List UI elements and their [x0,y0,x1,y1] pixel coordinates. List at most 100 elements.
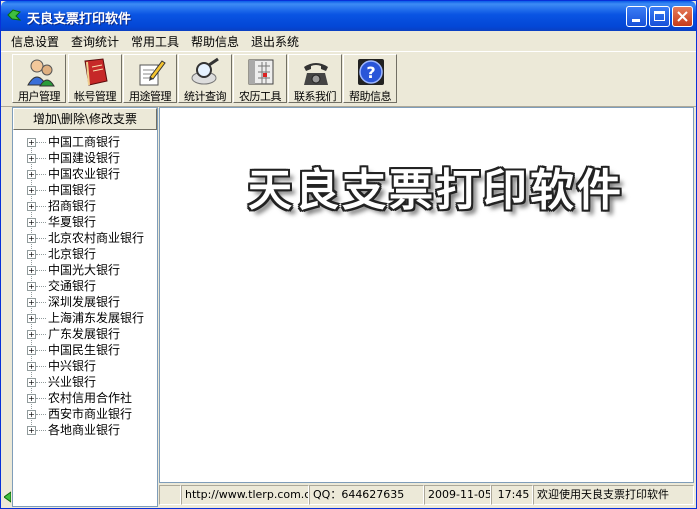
account-manage-button[interactable]: 帐号管理 [68,54,122,103]
tree-item-bank[interactable]: + 中国民生银行 [13,342,157,358]
toolbar-label: 统计查询 [184,90,227,103]
tree-connector [36,206,46,207]
status-empty-cell [159,485,181,505]
menu-query-stats[interactable]: 查询统计 [71,33,119,50]
tree-item-label: 中国银行 [48,183,97,197]
tree-item-bank[interactable]: + 中兴银行 [13,358,157,374]
tree-connector [36,366,46,367]
expand-icon[interactable]: + [27,394,36,403]
left-strip [1,107,12,507]
tree-item-label: 北京银行 [48,247,97,261]
expand-icon[interactable]: + [27,362,36,371]
tree-item-bank[interactable]: + 深圳发展银行 [13,294,157,310]
purpose-manage-button[interactable]: 用途管理 [123,54,177,103]
tree-connector [36,430,46,431]
title-bar[interactable]: 天良支票打印软件 [1,1,696,31]
tree-item-bank[interactable]: + 西安市商业银行 [13,406,157,422]
tree-item-label: 华夏银行 [48,215,97,229]
tree-item-bank[interactable]: + 招商银行 [13,198,157,214]
toolbar-label: 用途管理 [129,90,172,103]
tree-item-label: 兴业银行 [48,375,97,389]
tree-item-label: 上海浦东发展银行 [48,311,145,325]
expand-icon[interactable]: + [27,346,36,355]
minimize-icon [632,19,640,22]
menu-exit-system[interactable]: 退出系统 [251,33,299,50]
menu-common-tools[interactable]: 常用工具 [131,33,179,50]
expand-icon[interactable]: + [27,410,36,419]
tree-item-bank[interactable]: + 中国农业银行 [13,166,157,182]
expand-icon[interactable]: + [27,234,36,243]
tree-connector [36,398,46,399]
expand-icon[interactable]: + [27,186,36,195]
tree-connector [36,142,46,143]
tree-item-label: 招商银行 [48,199,97,213]
app-logo-icon [7,9,21,21]
expand-icon[interactable]: + [27,314,36,323]
status-welcome: 欢迎使用天良支票打印软件 [533,485,694,505]
cheque-tree-panel: 增加\删除\修改支票 + 中国工商银行 + 中国建设银行 + 中国农业银行 + 中国银行 + 招商… [12,107,158,507]
stats-query-button[interactable]: 统计查询 [178,54,232,103]
tree-connector [36,254,46,255]
tree-item-bank[interactable]: + 中国工商银行 [13,134,157,150]
account-book-icon [84,58,108,86]
expand-icon[interactable]: + [27,282,36,291]
tree-item-label: 中国光大银行 [48,263,121,277]
close-button[interactable] [672,6,693,27]
tree-item-bank[interactable]: + 上海浦东发展银行 [13,310,157,326]
expand-icon[interactable]: + [27,170,36,179]
maximize-button[interactable] [649,6,670,27]
window-title: 天良支票打印软件 [27,12,132,27]
menu-help-info[interactable]: 帮助信息 [191,33,239,50]
main-content: 天良支票打印软件 [159,107,694,483]
close-icon [677,11,688,22]
status-time: 17:45 [491,485,533,505]
tree-connector [36,302,46,303]
toolbar-label: 农历工具 [239,90,282,103]
expand-icon[interactable]: + [27,266,36,275]
tree-item-bank[interactable]: + 中国建设银行 [13,150,157,166]
expand-icon[interactable]: + [27,250,36,259]
add-delete-modify-cheque-button[interactable]: 增加\删除\修改支票 [13,108,157,130]
tree-item-bank[interactable]: + 北京农村商业银行 [13,230,157,246]
tree-item-label: 交通银行 [48,279,97,293]
contact-us-button[interactable]: 联系我们 [288,54,342,103]
tree-connector [36,382,46,383]
expand-icon[interactable]: + [27,330,36,339]
tree-item-bank[interactable]: + 华夏银行 [13,214,157,230]
expand-icon[interactable]: + [27,154,36,163]
maximize-icon [654,11,665,21]
tree-item-bank[interactable]: + 兴业银行 [13,374,157,390]
tree-item-bank[interactable]: + 中国光大银行 [13,262,157,278]
main-banner: 天良支票打印软件 [248,165,624,216]
tree-item-bank[interactable]: + 北京银行 [13,246,157,262]
toolbar-label: 联系我们 [294,90,337,103]
status-url: http://www.tlerp.com.cn [181,485,309,505]
expand-icon[interactable]: + [27,378,36,387]
help-info-button[interactable]: ? 帮助信息 [343,54,397,103]
tree-item-label: 中国民生银行 [48,343,121,357]
tree-item-label: 西安市商业银行 [48,407,133,421]
lunar-tool-button[interactable]: 农历工具 [233,54,287,103]
tree-item-bank[interactable]: + 各地商业银行 [13,422,157,438]
tree-item-bank[interactable]: + 广东发展银行 [13,326,157,342]
tree-item-bank[interactable]: + 中国银行 [13,182,157,198]
user-manage-button[interactable]: 用户管理 [12,54,66,103]
tree-item-bank[interactable]: + 交通银行 [13,278,157,294]
tree-item-label: 农村信用合作社 [48,391,133,405]
menu-info-settings[interactable]: 信息设置 [11,33,59,50]
user-manage-icon [27,59,55,87]
expand-icon[interactable]: + [27,202,36,211]
tree-connector [36,270,46,271]
tree-connector [36,222,46,223]
expand-icon[interactable]: + [27,426,36,435]
expand-icon[interactable]: + [27,218,36,227]
expand-icon[interactable]: + [27,138,36,147]
toolbar-label: 帮助信息 [349,90,392,103]
menu-bar: 信息设置 查询统计 常用工具 帮助信息 退出系统 [1,31,696,51]
status-date: 2009-11-05 [424,485,491,505]
tree-item-bank[interactable]: + 农村信用合作社 [13,390,157,406]
toolbar-label: 帐号管理 [74,90,117,103]
status-qq: QQ：644627635 [309,485,424,505]
minimize-button[interactable] [626,6,647,27]
expand-icon[interactable]: + [27,298,36,307]
